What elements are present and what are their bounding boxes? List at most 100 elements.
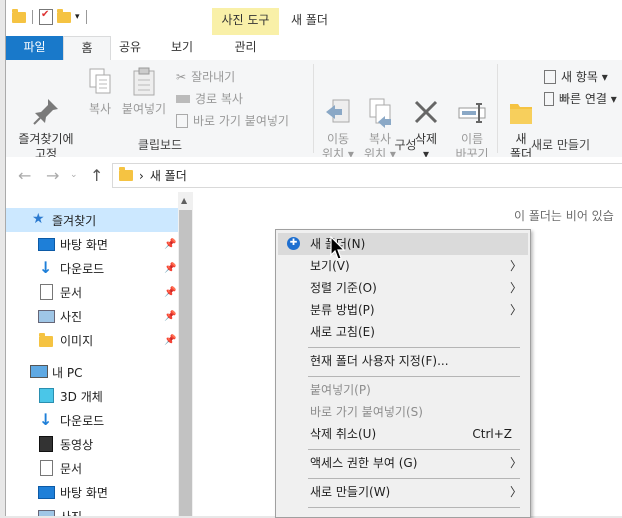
paste-shortcut-button[interactable]: 바로 가기 붙여넣기: [176, 112, 289, 129]
clipboard-group: 즐겨찾기에 고정 복사 붙여넣기 ✂ 잘라내기 경로 복사 바로 가기 붙여넣기…: [6, 60, 314, 161]
menu-separator: [308, 507, 520, 508]
new-item-button[interactable]: 새 항목 ▾: [544, 68, 608, 85]
document-icon: [40, 284, 53, 300]
computer-icon: [30, 365, 48, 378]
delete-x-icon: [411, 81, 441, 124]
menu-item-new[interactable]: 새로 만들기(W) 〉: [278, 481, 528, 503]
nav-item-pc-documents[interactable]: 문서: [6, 456, 178, 480]
nav-item-pc-desktop[interactable]: 바탕 화면: [6, 480, 178, 504]
nav-item-pc-pictures[interactable]: 사진: [6, 504, 178, 516]
menu-item-customize-folder[interactable]: 현재 폴더 사용자 지정(F)...: [278, 350, 528, 372]
nav-item-this-pc[interactable]: 내 PC: [6, 360, 178, 384]
menu-label: 새로 고침(E): [310, 325, 375, 339]
folder-icon: [119, 167, 133, 181]
nav-label: 다운로드: [60, 413, 105, 428]
nav-item-pictures[interactable]: 사진 📌: [6, 304, 178, 328]
mouse-pointer-icon: [330, 236, 346, 260]
new-group-label: 새로 만들기: [530, 138, 590, 152]
copy-path-label: 경로 복사: [195, 92, 243, 106]
submenu-arrow-icon: 〉: [509, 485, 522, 499]
forward-arrow-icon[interactable]: →: [46, 166, 59, 185]
nav-label: 문서: [60, 285, 83, 300]
menu-item-paste-shortcut[interactable]: 바로 가기 붙여넣기(S): [278, 401, 528, 423]
download-arrow-icon: ↓: [39, 258, 53, 277]
scroll-up-arrow-icon[interactable]: ▲: [181, 196, 187, 205]
easy-access-button[interactable]: 빠른 연결 ▾: [544, 90, 617, 107]
customize-toolbar-chevron-icon[interactable]: ▾: [75, 12, 80, 22]
path-segment[interactable]: 새 폴더: [150, 167, 187, 184]
nav-item-desktop[interactable]: 바탕 화면 📌: [6, 232, 178, 256]
easy-access-icon: [544, 91, 554, 106]
folder-icon: [12, 8, 26, 23]
cut-button[interactable]: ✂ 잘라내기: [176, 68, 235, 85]
copy-label: 복사: [88, 102, 112, 116]
menu-item-group-by[interactable]: 분류 방법(P) 〉: [278, 299, 528, 321]
clipboard-group-label: 클립보드: [137, 138, 183, 152]
copy-icon: [85, 66, 115, 98]
menu-item-refresh[interactable]: 새로 고침(E): [278, 321, 528, 343]
pin-icon[interactable]: 📌: [164, 263, 176, 274]
menu-item-undo-delete[interactable]: 삭제 취소(U) Ctrl+Z: [278, 423, 528, 445]
paste-button[interactable]: 붙여넣기: [118, 66, 170, 117]
path-separator-icon: ›: [139, 168, 144, 183]
back-arrow-icon[interactable]: ←: [18, 166, 31, 185]
menu-shortcut: Ctrl+Z: [472, 427, 512, 441]
new-folder-icon: [506, 81, 536, 124]
nav-item-documents[interactable]: 문서 📌: [6, 280, 178, 304]
menu-label: 붙여넣기(P): [310, 383, 371, 397]
pin-icon: [31, 81, 61, 125]
download-arrow-icon: ↓: [39, 410, 53, 429]
copy-path-button[interactable]: 경로 복사: [176, 90, 243, 107]
empty-folder-message: 이 폴더는 비어 있습: [514, 209, 614, 223]
menu-label: 정렬 기준(O): [310, 281, 377, 295]
pin-icon[interactable]: 📌: [164, 335, 176, 346]
nav-label: 3D 개체: [60, 389, 103, 404]
tab-home[interactable]: 홈: [63, 36, 111, 61]
up-arrow-icon[interactable]: ↑: [90, 166, 103, 185]
nav-item-quick-access[interactable]: ★ 즐겨찾기: [6, 208, 178, 232]
menu-item-sort-by[interactable]: 정렬 기준(O) 〉: [278, 277, 528, 299]
menu-item-paste[interactable]: 붙여넣기(P): [278, 379, 528, 401]
nav-item-images[interactable]: 이미지 📌: [6, 328, 178, 352]
nav-label: 바탕 화면: [60, 485, 108, 500]
3d-cube-icon: [39, 388, 54, 403]
pin-icon[interactable]: 📌: [164, 287, 176, 298]
desktop-icon: [38, 238, 55, 251]
submenu-arrow-icon: 〉: [509, 456, 522, 470]
menu-separator: [308, 449, 520, 450]
scrollbar-thumb[interactable]: [179, 210, 192, 516]
scissors-icon: ✂: [176, 69, 187, 84]
nav-item-pc-downloads[interactable]: ↓ 다운로드: [6, 408, 178, 432]
context-menu: ✚ 새 폴더(N) 보기(V) 〉 정렬 기준(O) 〉 분류 방법(P) 〉 …: [275, 229, 531, 518]
nav-item-3d-objects[interactable]: 3D 개체: [6, 384, 178, 408]
nav-scrollbar[interactable]: ▲: [178, 192, 193, 516]
menu-label: 현재 폴더 사용자 지정(F)...: [310, 354, 449, 368]
recent-locations-chevron-icon[interactable]: ⌄: [70, 170, 78, 180]
submenu-arrow-icon: 〉: [509, 281, 522, 295]
nav-label: 사진: [60, 309, 83, 324]
tab-file[interactable]: 파일: [6, 36, 63, 60]
tab-share[interactable]: 공유: [109, 36, 151, 60]
navigation-pane: ★ 즐겨찾기 바탕 화면 📌 ↓ 다운로드 📌 문서 📌 사진 📌 이미지 📌: [6, 192, 193, 516]
menu-item-give-access[interactable]: 액세스 권한 부여 (G) 〉: [278, 452, 528, 474]
pin-icon[interactable]: 📌: [164, 311, 176, 322]
copy-button[interactable]: 복사: [80, 66, 120, 117]
new-folder-icon[interactable]: [57, 8, 71, 23]
star-icon: ★: [32, 211, 45, 227]
organize-group: 이동 위치 ▾ 복사 위치 ▾ 삭제 ▾ 이름 바꾸기 구성: [314, 60, 497, 161]
address-box[interactable]: › 새 폴더: [112, 163, 622, 188]
properties-icon[interactable]: [39, 9, 53, 25]
menu-item-view[interactable]: 보기(V) 〉: [278, 255, 528, 277]
menu-label: 삭제 취소(U): [310, 427, 377, 441]
paste-label: 붙여넣기: [121, 102, 167, 116]
move-to-icon: [323, 81, 353, 123]
tab-view[interactable]: 보기: [156, 36, 208, 60]
pin-icon[interactable]: 📌: [164, 239, 176, 250]
document-icon: [40, 460, 53, 476]
tab-manage[interactable]: 관리: [212, 36, 279, 60]
shield-update-icon: ✚: [287, 237, 300, 250]
nav-item-videos[interactable]: 동영상: [6, 432, 178, 456]
nav-item-downloads[interactable]: ↓ 다운로드 📌: [6, 256, 178, 280]
menu-item-new-folder[interactable]: ✚ 새 폴더(N): [278, 233, 528, 255]
organize-group-label: 구성: [394, 138, 417, 152]
